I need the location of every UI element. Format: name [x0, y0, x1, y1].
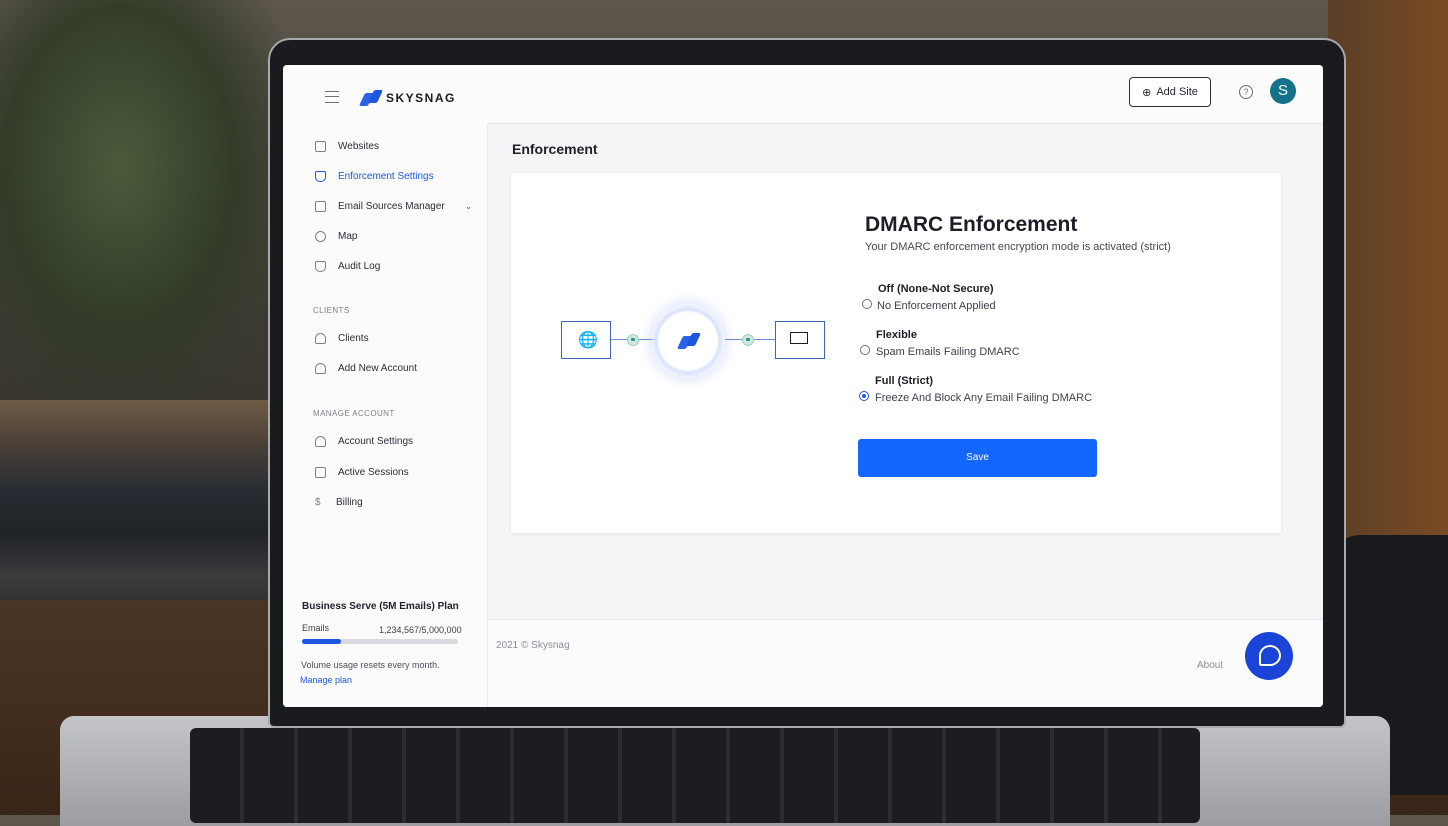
plus-circle-icon: ⊕ [1142, 86, 1152, 99]
envelope-icon [790, 332, 808, 344]
emails-label: Emails [302, 623, 330, 633]
layout-icon [315, 141, 326, 152]
monitor-icon [315, 467, 326, 478]
mail-icon [315, 201, 326, 212]
option-title: Flexible [876, 329, 917, 341]
radio-flexible[interactable] [860, 345, 870, 355]
sidebar-item-clients[interactable]: Clients [315, 333, 369, 344]
lock-icon [627, 334, 639, 346]
option-desc: Spam Emails Failing DMARC [876, 346, 1020, 358]
chat-icon [1259, 645, 1281, 666]
background-wall [1328, 0, 1448, 560]
section-label-manage-account: MANAGE ACCOUNT [313, 409, 395, 418]
sidebar-item-active-sessions[interactable]: Active Sessions [315, 467, 409, 478]
sidebar: Websites Enforcement Settings Email Sour… [283, 123, 488, 707]
usage-reset-note: Volume usage resets every month. [301, 660, 440, 670]
section-label-clients: CLIENTS [313, 306, 350, 315]
copyright: 2021 © Skysnag [496, 640, 570, 651]
sidebar-item-label: Map [338, 231, 358, 242]
save-button[interactable]: Save [858, 439, 1097, 477]
user-settings-icon [315, 436, 326, 447]
globe-icon: 🌐 [578, 332, 598, 349]
add-site-button[interactable]: ⊕ Add Site [1129, 77, 1211, 107]
about-link[interactable]: About [1197, 660, 1223, 671]
app-screen: SKYSNAG ⊕ Add Site ? S Websites Enforcem… [283, 65, 1323, 707]
sidebar-item-enforcement-settings[interactable]: Enforcement Settings [315, 171, 434, 182]
sidebar-item-label: Add New Account [338, 363, 417, 374]
footer: 2021 © Skysnag About [488, 619, 1323, 707]
background-plant [0, 0, 300, 420]
emails-count: 1,234,567/5,000,000 [379, 625, 462, 635]
option-title: Off (None-Not Secure) [878, 283, 994, 295]
user-icon [315, 333, 326, 344]
dmarc-subtitle: Your DMARC enforcement encryption mode i… [865, 241, 1171, 253]
sidebar-item-label: Enforcement Settings [338, 171, 434, 182]
page-title: Enforcement [512, 141, 598, 157]
menu-icon[interactable] [325, 91, 339, 103]
brand-name: SKYSNAG [386, 91, 456, 105]
avatar[interactable]: S [1270, 78, 1296, 104]
radio-full-strict[interactable] [859, 391, 869, 401]
skysnag-logo-icon [676, 333, 702, 349]
option-title: Full (Strict) [875, 375, 934, 387]
dmarc-title: DMARC Enforcement [865, 213, 1078, 236]
sidebar-item-websites[interactable]: Websites [315, 141, 379, 152]
sidebar-item-label: Clients [338, 333, 369, 344]
brand-logo[interactable]: SKYSNAG [358, 90, 456, 106]
sidebar-item-label: Email Sources Manager [338, 201, 445, 212]
laptop-keyboard [190, 728, 1200, 823]
sidebar-item-add-new-account[interactable]: Add New Account [315, 363, 417, 374]
top-bar: SKYSNAG ⊕ Add Site ? S [283, 65, 1323, 124]
dmarc-enforcement-card: 🌐 DMARC Enforcement Your DMARC enforceme… [511, 173, 1281, 533]
dollar-icon: $ [315, 497, 321, 508]
sidebar-item-account-settings[interactable]: Account Settings [315, 436, 413, 447]
sidebar-item-label: Audit Log [338, 261, 381, 272]
sidebar-item-label: Billing [336, 497, 363, 508]
sidebar-item-billing[interactable]: $ Billing [315, 497, 363, 508]
add-site-label: Add Site [1156, 86, 1198, 98]
chat-button[interactable] [1245, 632, 1293, 680]
help-icon[interactable]: ? [1239, 85, 1253, 99]
sidebar-item-map[interactable]: Map [315, 231, 357, 242]
option-desc: No Enforcement Applied [877, 300, 996, 312]
sidebar-item-email-sources-manager[interactable]: Email Sources Manager ⌄ [315, 201, 472, 212]
sidebar-item-audit-log[interactable]: Audit Log [315, 261, 380, 272]
background-books [0, 400, 290, 620]
map-pin-icon [315, 231, 326, 242]
plan-title: Business Serve (5M Emails) Plan [302, 601, 459, 612]
sidebar-item-label: Websites [338, 141, 379, 152]
radio-off[interactable] [862, 299, 872, 309]
sidebar-item-label: Account Settings [338, 436, 414, 447]
skysnag-logo-icon [358, 90, 384, 106]
website-box: 🌐 [561, 321, 611, 359]
lock-icon [742, 334, 754, 346]
email-usage-progress [302, 639, 458, 644]
user-plus-icon [315, 363, 326, 374]
shield-outline-icon [315, 261, 326, 272]
shield-icon [315, 171, 326, 182]
email-box [775, 321, 825, 359]
skysnag-hub [651, 304, 725, 378]
chevron-down-icon[interactable]: ⌄ [465, 201, 473, 212]
option-desc: Freeze And Block Any Email Failing DMARC [875, 392, 1093, 404]
email-usage-progress-fill [302, 639, 341, 644]
sidebar-item-label: Active Sessions [338, 467, 409, 478]
manage-plan-link[interactable]: Manage plan [300, 675, 352, 685]
